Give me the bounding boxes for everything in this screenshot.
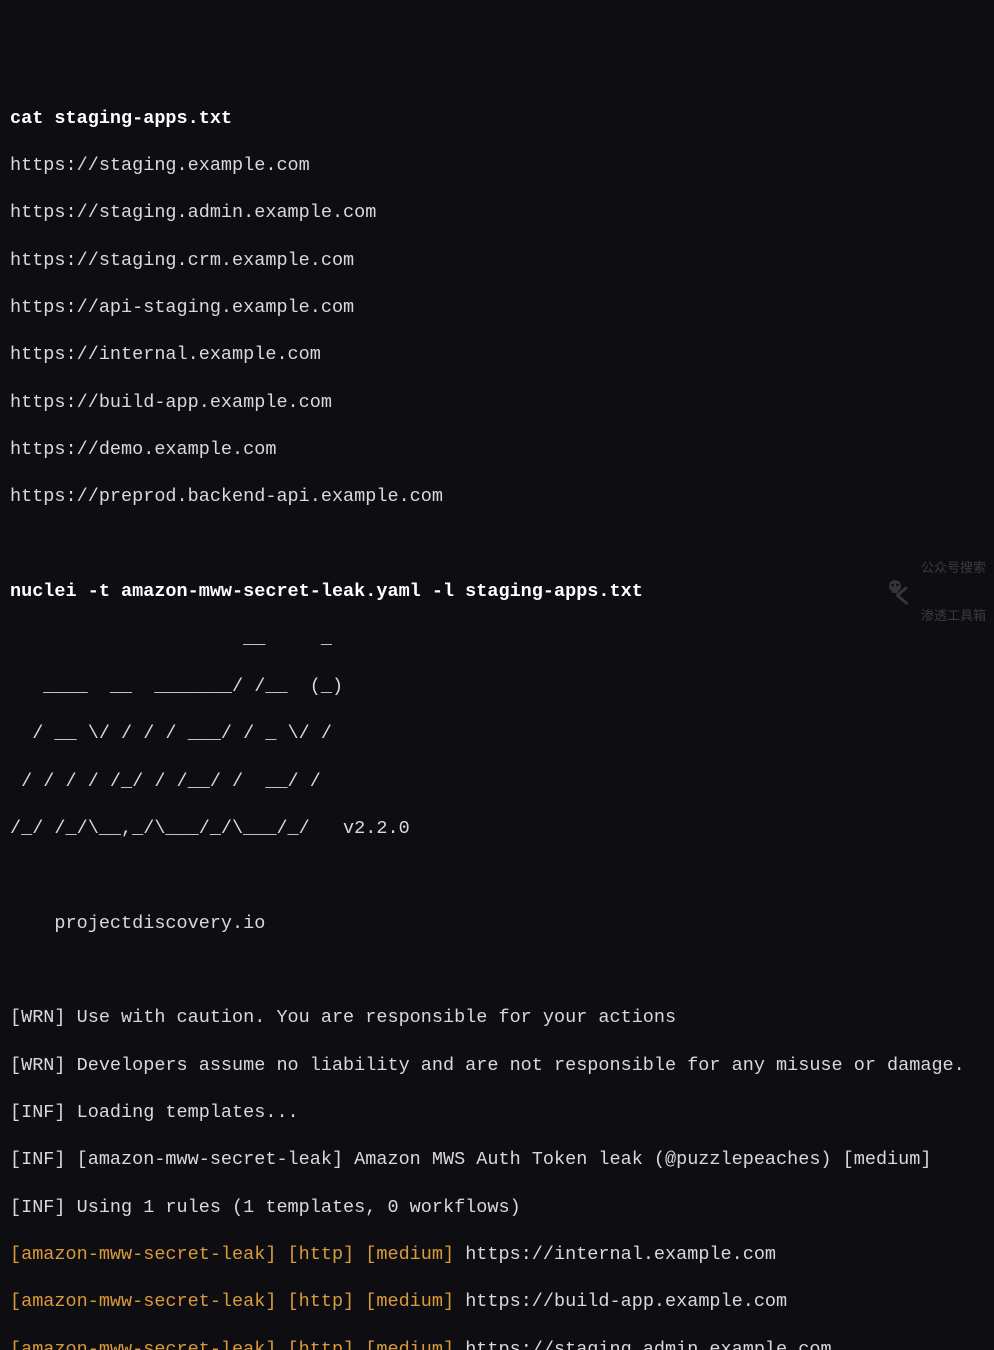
ascii-line: ____ __ _______/ /__ (_): [10, 675, 984, 699]
url-line: https://internal.example.com: [10, 343, 984, 367]
result-line: [amazon-mww-secret-leak] [http] [medium]…: [10, 1338, 984, 1350]
result-url: https://internal.example.com: [465, 1244, 776, 1265]
url-line: https://staging.admin.example.com: [10, 201, 984, 225]
blank-line: [10, 533, 984, 557]
ascii-line: __ _: [10, 627, 984, 651]
tagline: projectdiscovery.io: [10, 912, 984, 936]
result-line: [amazon-mww-secret-leak] [http] [medium]…: [10, 1290, 984, 1314]
result-url: https://build-app.example.com: [465, 1291, 787, 1312]
watermark: 公众号搜索 渗透工具箱: [883, 527, 986, 657]
result-tag: [amazon-mww-secret-leak] [http] [medium]: [10, 1339, 465, 1350]
ascii-line: / / / / /_/ / /__/ / __/ /: [10, 770, 984, 794]
log-line: [INF] Using 1 rules (1 templates, 0 work…: [10, 1196, 984, 1220]
ascii-line: / __ \/ / / / ___/ / _ \/ /: [10, 722, 984, 746]
watermark-line1: 公众号搜索: [921, 560, 986, 576]
watermark-line2: 渗透工具箱: [921, 608, 986, 624]
command-cat: cat staging-apps.txt: [10, 107, 984, 131]
ascii-line: /_/ /_/\__,_/\___/_/\___/_/ v2.2.0: [10, 817, 984, 841]
url-line: https://demo.example.com: [10, 438, 984, 462]
result-line: [amazon-mww-secret-leak] [http] [medium]…: [10, 1243, 984, 1267]
result-tag: [amazon-mww-secret-leak] [http] [medium]: [10, 1244, 465, 1265]
log-line: [WRN] Developers assume no liability and…: [10, 1054, 984, 1078]
log-line: [INF] Loading templates...: [10, 1101, 984, 1125]
result-tag: [amazon-mww-secret-leak] [http] [medium]: [10, 1291, 465, 1312]
blank-line: [10, 864, 984, 888]
log-line: [WRN] Use with caution. You are responsi…: [10, 1006, 984, 1030]
result-url: https://staging.admin.example.com: [465, 1339, 831, 1350]
url-line: https://staging.crm.example.com: [10, 249, 984, 273]
log-line: [INF] [amazon-mww-secret-leak] Amazon MW…: [10, 1148, 984, 1172]
skull-wrench-icon: [883, 576, 915, 608]
watermark-text: 公众号搜索 渗透工具箱: [921, 527, 986, 657]
url-line: https://api-staging.example.com: [10, 296, 984, 320]
url-line: https://preprod.backend-api.example.com: [10, 485, 984, 509]
blank-line: [10, 959, 984, 983]
command-nuclei: nuclei -t amazon-mww-secret-leak.yaml -l…: [10, 580, 984, 604]
url-line: https://staging.example.com: [10, 154, 984, 178]
url-line: https://build-app.example.com: [10, 391, 984, 415]
